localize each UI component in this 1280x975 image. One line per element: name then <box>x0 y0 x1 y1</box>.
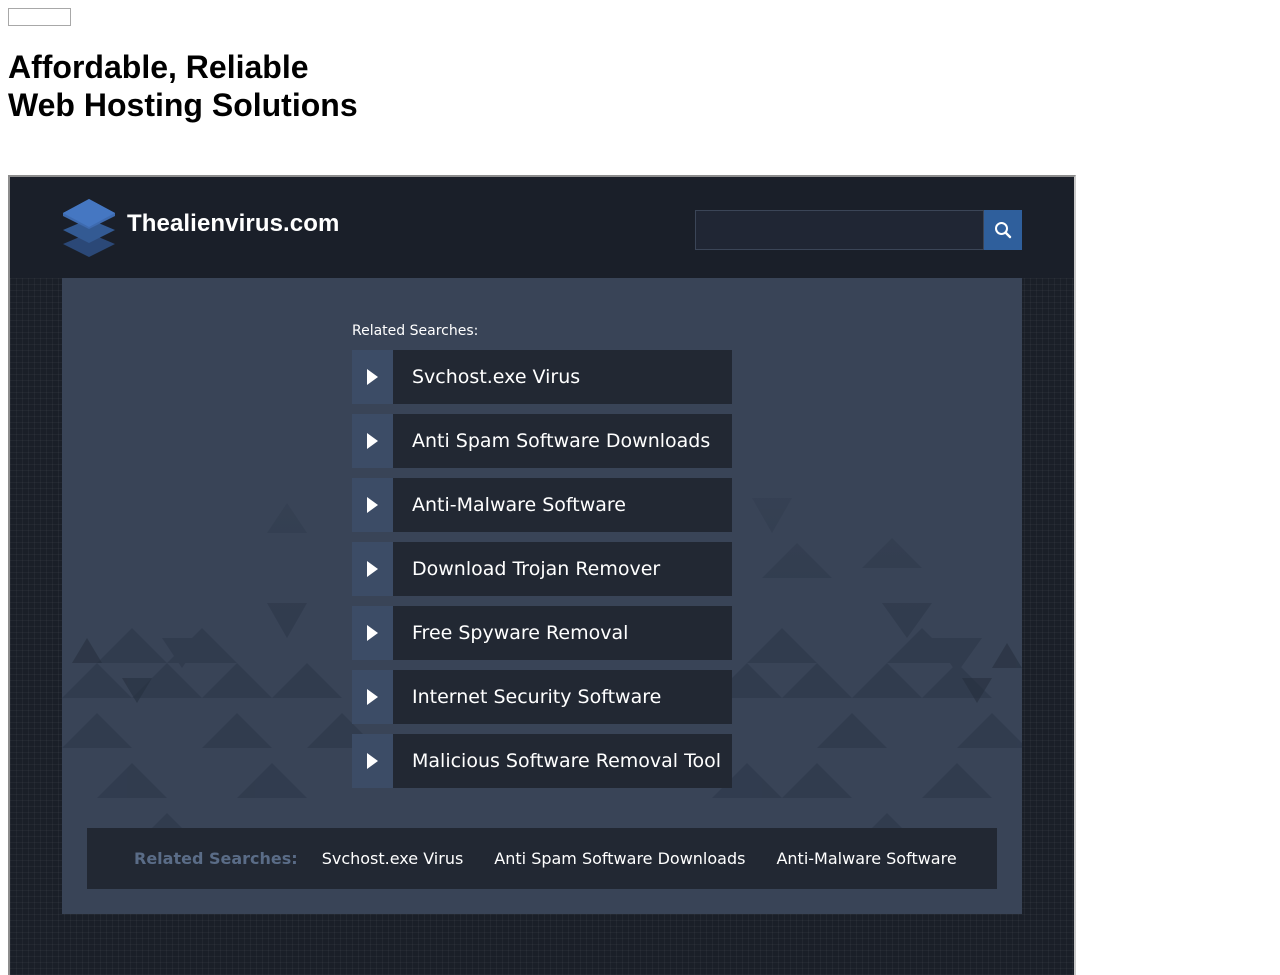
parked-domain-frame: Thealienvirus.com Related Searches: Svch… <box>8 175 1076 975</box>
related-link-malicious-software-removal-tool[interactable]: Malicious Software Removal Tool <box>352 734 732 788</box>
play-arrow-icon <box>367 689 378 705</box>
link-arrow-box <box>352 350 393 404</box>
related-link-anti-spam-software-downloads[interactable]: Anti Spam Software Downloads <box>352 414 732 468</box>
link-arrow-box <box>352 670 393 724</box>
top-button[interactable] <box>8 8 71 26</box>
search-icon <box>995 222 1012 239</box>
footer-link-svchost-exe-virus[interactable]: Svchost.exe Virus <box>322 849 464 868</box>
related-link-label: Internet Security Software <box>412 686 662 708</box>
site-name[interactable]: Thealienvirus.com <box>127 210 339 238</box>
hosting-title: Affordable, Reliable Web Hosting Solutio… <box>8 48 358 124</box>
related-link-label: Download Trojan Remover <box>412 558 661 580</box>
related-searches-label: Related Searches: <box>352 323 479 339</box>
link-arrow-box <box>352 414 393 468</box>
layered-stack-icon <box>63 199 115 257</box>
site-header: Thealienvirus.com <box>10 177 1074 278</box>
related-link-label: Anti-Malware Software <box>412 494 627 516</box>
related-link-anti-malware-software[interactable]: Anti-Malware Software <box>352 478 732 532</box>
related-link-free-spyware-removal[interactable]: Free Spyware Removal <box>352 606 732 660</box>
footer-related-searches-bar: Related Searches: Svchost.exe Virus Anti… <box>87 828 997 889</box>
related-link-label: Free Spyware Removal <box>412 622 629 644</box>
link-arrow-box <box>352 606 393 660</box>
footer-related-searches-label: Related Searches: <box>134 849 298 868</box>
hosting-title-line-2: Web Hosting Solutions <box>8 87 358 123</box>
link-arrow-box <box>352 478 393 532</box>
play-arrow-icon <box>367 625 378 641</box>
related-link-label: Malicious Software Removal Tool <box>412 750 722 772</box>
footer-link-anti-spam-software-downloads[interactable]: Anti Spam Software Downloads <box>494 849 745 868</box>
related-link-download-trojan-remover[interactable]: Download Trojan Remover <box>352 542 732 596</box>
search-button[interactable] <box>984 210 1022 250</box>
related-link-label: Anti Spam Software Downloads <box>412 430 711 452</box>
play-arrow-icon <box>367 561 378 577</box>
related-link-svchost-exe-virus[interactable]: Svchost.exe Virus <box>352 350 732 404</box>
play-arrow-icon <box>367 497 378 513</box>
related-link-label: Svchost.exe Virus <box>412 366 581 388</box>
related-links-list: Svchost.exe Virus Anti Spam Software Dow… <box>352 350 732 798</box>
search-input[interactable] <box>695 210 984 250</box>
hosting-title-line-1: Affordable, Reliable <box>8 49 309 85</box>
related-link-internet-security-software[interactable]: Internet Security Software <box>352 670 732 724</box>
link-arrow-box <box>352 542 393 596</box>
play-arrow-icon <box>367 753 378 769</box>
link-arrow-box <box>352 734 393 788</box>
play-arrow-icon <box>367 369 378 385</box>
play-arrow-icon <box>367 433 378 449</box>
related-searches-panel: Related Searches: Svchost.exe Virus Anti… <box>62 278 1022 914</box>
footer-link-anti-malware-software[interactable]: Anti-Malware Software <box>776 849 956 868</box>
